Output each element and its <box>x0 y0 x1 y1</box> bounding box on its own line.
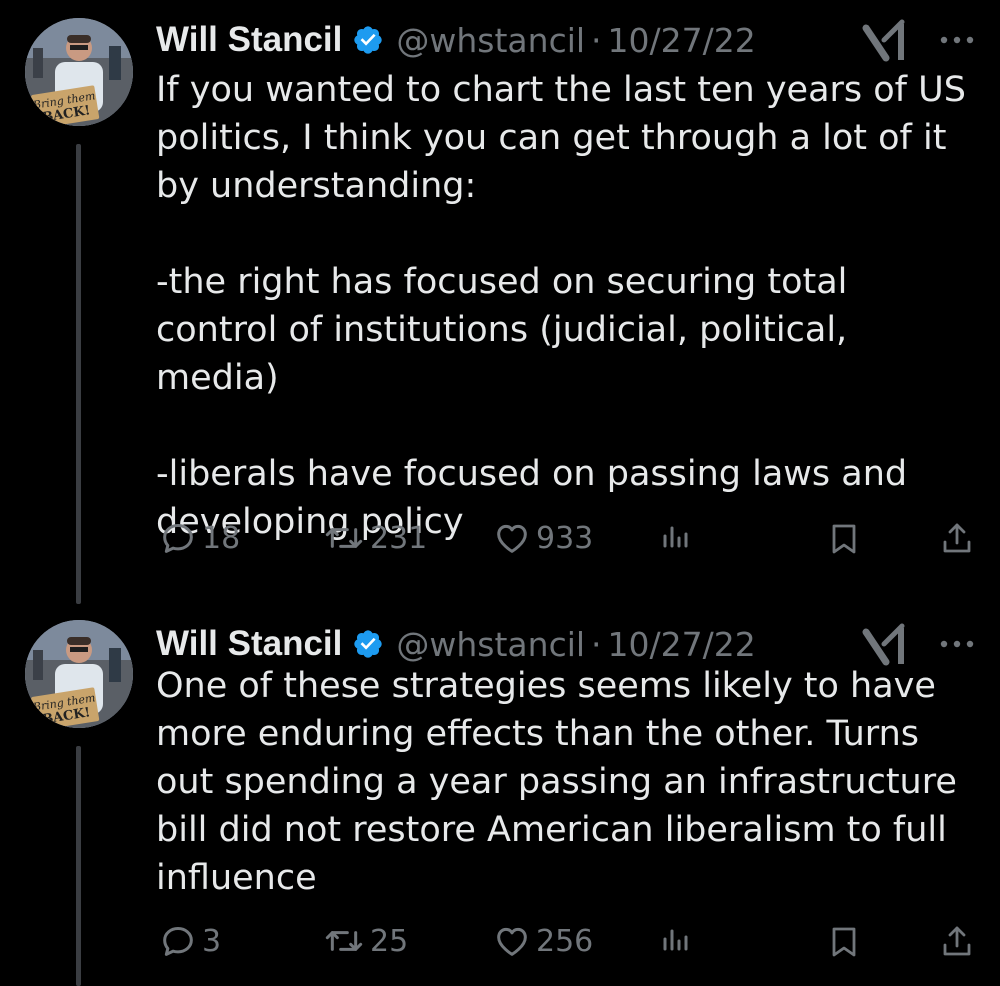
reply-button[interactable]: 18 <box>158 513 240 563</box>
like-icon <box>492 518 532 558</box>
bookmark-button[interactable] <box>828 513 860 563</box>
thread: Bring them BACK! Will Stancil @whstancil… <box>0 0 1000 986</box>
like-button[interactable]: 256 <box>492 916 593 966</box>
verified-badge-icon[interactable] <box>352 628 384 660</box>
retweet-button[interactable]: 25 <box>322 916 408 966</box>
retweet-icon <box>322 921 366 961</box>
share-icon <box>940 518 974 558</box>
tweet-actions: 18 231 933 <box>0 513 1000 563</box>
author-name[interactable]: Will Stancil <box>156 20 342 60</box>
reply-button[interactable]: 3 <box>158 916 221 966</box>
tweet-text: If you wanted to chart the last ten year… <box>156 70 966 542</box>
tweet[interactable]: Bring them BACK! Will Stancil @whstancil… <box>0 604 1000 986</box>
more-icon[interactable] <box>934 30 980 50</box>
like-count: 256 <box>536 923 594 959</box>
reply-count: 18 <box>202 520 241 556</box>
share-button[interactable] <box>940 513 974 563</box>
like-count: 933 <box>536 520 594 556</box>
views-icon <box>660 518 692 558</box>
more-icon[interactable] <box>934 634 980 654</box>
author-handle[interactable]: @whstancil <box>396 625 585 664</box>
share-button[interactable] <box>940 916 974 966</box>
avatar-image: Bring them BACK! <box>25 18 133 126</box>
views-button[interactable] <box>660 513 692 563</box>
author-name[interactable]: Will Stancil <box>156 624 342 664</box>
reply-icon <box>158 518 198 558</box>
retweet-button[interactable]: 231 <box>322 513 427 563</box>
like-button[interactable]: 933 <box>492 513 593 563</box>
avatar[interactable]: Bring them BACK! <box>25 18 133 126</box>
avatar[interactable]: Bring them BACK! <box>25 620 133 728</box>
tweet-text: One of these strategies seems likely to … <box>156 666 969 898</box>
tweet-header: Will Stancil @whstancil · 10/27/22 <box>156 14 980 66</box>
separator-dot: · <box>591 20 602 60</box>
grok-icon[interactable] <box>862 18 908 64</box>
views-button[interactable] <box>660 916 692 966</box>
retweet-count: 231 <box>370 520 428 556</box>
share-icon <box>940 921 974 961</box>
tweet-actions: 3 25 256 <box>0 916 1000 966</box>
retweet-count: 25 <box>370 923 409 959</box>
tweet[interactable]: Bring them BACK! Will Stancil @whstancil… <box>0 0 1000 604</box>
retweet-icon <box>322 518 366 558</box>
tweet-date[interactable]: 10/27/22 <box>608 21 756 60</box>
reply-icon <box>158 921 198 961</box>
like-icon <box>492 921 532 961</box>
separator-dot: · <box>591 624 602 664</box>
verified-badge-icon[interactable] <box>352 24 384 56</box>
bookmark-icon <box>828 921 860 961</box>
avatar-image: Bring them BACK! <box>25 620 133 728</box>
views-icon <box>660 921 692 961</box>
author-handle[interactable]: @whstancil <box>396 21 585 60</box>
bookmark-button[interactable] <box>828 916 860 966</box>
reply-count: 3 <box>202 923 222 959</box>
tweet-date[interactable]: 10/27/22 <box>608 625 756 664</box>
bookmark-icon <box>828 518 860 558</box>
